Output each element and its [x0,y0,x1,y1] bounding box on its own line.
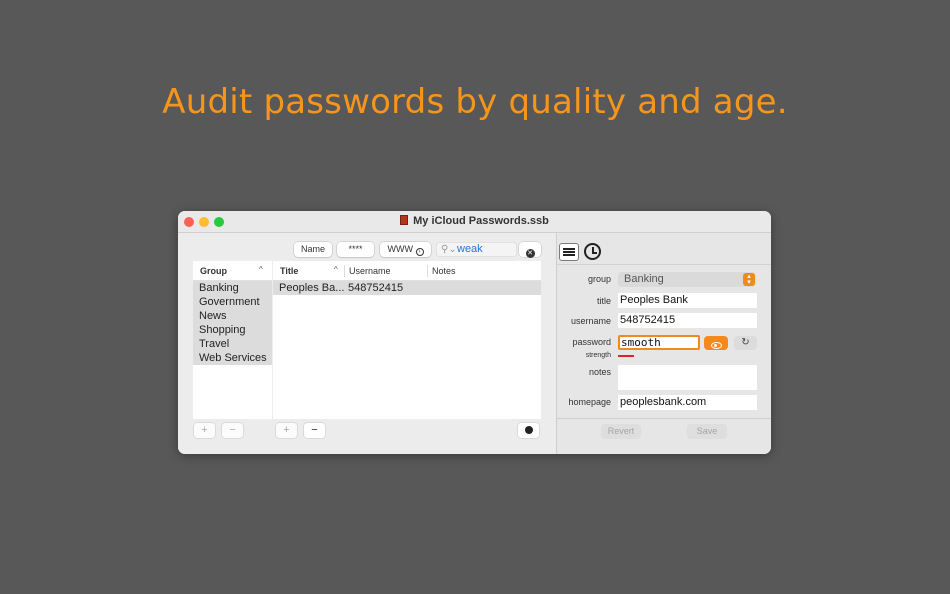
search-icon: ⚲⌄ [441,244,457,255]
browser-pane: Name **** WWW › ⚲⌄ weak ✕ Group ^ Bankin… [178,233,556,454]
username-column-header[interactable]: Username [349,266,391,276]
group-item-banking[interactable]: Banking [193,281,272,295]
strength-meter [618,355,634,357]
list-icon [563,248,575,256]
action-menu-button[interactable] [518,423,539,438]
generate-password-button[interactable]: ↻ [734,336,757,350]
window-title: My iCloud Passwords.ssb [178,215,771,227]
add-group-button[interactable]: + [194,423,215,438]
homepage-label: homepage [568,397,611,407]
eye-icon [710,342,722,349]
title-bar: My iCloud Passwords.ssb [178,211,771,233]
title-label: title [596,296,611,306]
password-filter-button[interactable]: **** [337,242,374,257]
notes-column-header[interactable]: Notes [432,266,456,276]
notes-field[interactable] [618,365,757,390]
remove-item-button[interactable]: − [304,423,325,438]
group-item-shopping[interactable]: Shopping [193,323,272,337]
strength-label: strength [585,352,611,359]
password-label: password [572,337,611,347]
sort-by-name-button[interactable]: Name [294,242,332,257]
save-button[interactable]: Save [687,424,727,439]
clock-icon [584,243,601,260]
reveal-password-button[interactable] [704,336,728,350]
www-filter-button[interactable]: WWW › [380,242,431,257]
username-label: username [570,316,611,326]
row-title: Peoples Ba... [279,282,345,294]
revert-button[interactable]: Revert [601,424,641,439]
group-select[interactable]: Banking ▴ ▾ [618,272,756,287]
title-field[interactable]: Peoples Bank [618,293,757,308]
group-item-travel[interactable]: Travel [193,337,272,351]
clear-search-button[interactable]: ✕ [519,242,541,258]
divider [557,418,771,419]
item-list-header: Title ^ Username Notes [273,261,541,281]
window-title-text: My iCloud Passwords.ssb [413,215,549,227]
close-icon: ✕ [525,249,535,258]
table-row[interactable]: Peoples Ba... 548752415 [273,281,541,295]
headline: Audit passwords by quality and age. [162,82,788,122]
column-divider [344,265,345,277]
password-field[interactable]: smooth [618,335,700,350]
refresh-icon: ↻ [741,337,750,348]
group-list-header[interactable]: Group ^ [193,261,272,281]
group-item-government[interactable]: Government [193,295,272,309]
history-tab[interactable] [583,243,603,261]
sort-ascending-icon: ^ [259,265,263,274]
document-icon [400,215,409,225]
notes-label: notes [588,367,611,377]
group-select-value: Banking [624,273,664,285]
group-item-web-services[interactable]: Web Services [193,351,272,365]
group-column-header: Group [200,266,227,276]
arrow-circle-icon: › [415,248,424,256]
app-window: My iCloud Passwords.ssb Name **** WWW › … [178,211,771,454]
group-list[interactable]: Group ^ Banking Government News Shopping… [193,261,272,419]
add-item-button[interactable]: + [276,423,297,438]
title-column-header[interactable]: Title [280,266,298,276]
gear-icon [524,426,533,434]
row-username: 548752415 [348,282,404,294]
divider [557,264,771,265]
group-label: group [587,274,611,284]
item-list[interactable]: Title ^ Username Notes Peoples Ba... 548… [273,261,541,419]
www-button-label: WWW [387,244,413,254]
homepage-field[interactable]: peoplesbank.com [618,395,757,410]
search-field[interactable]: ⚲⌄ weak [436,242,517,257]
group-item-news[interactable]: News [193,309,272,323]
chevron-updown-icon: ▴ ▾ [743,273,755,286]
column-divider [427,265,428,277]
username-field[interactable]: 548752415 [618,313,757,328]
sort-ascending-icon: ^ [334,265,338,274]
details-tab[interactable] [559,243,579,261]
detail-pane: group Banking ▴ ▾ title Peoples Bank user… [556,233,771,454]
remove-group-button[interactable]: − [222,423,243,438]
search-input-value: weak [457,243,483,255]
